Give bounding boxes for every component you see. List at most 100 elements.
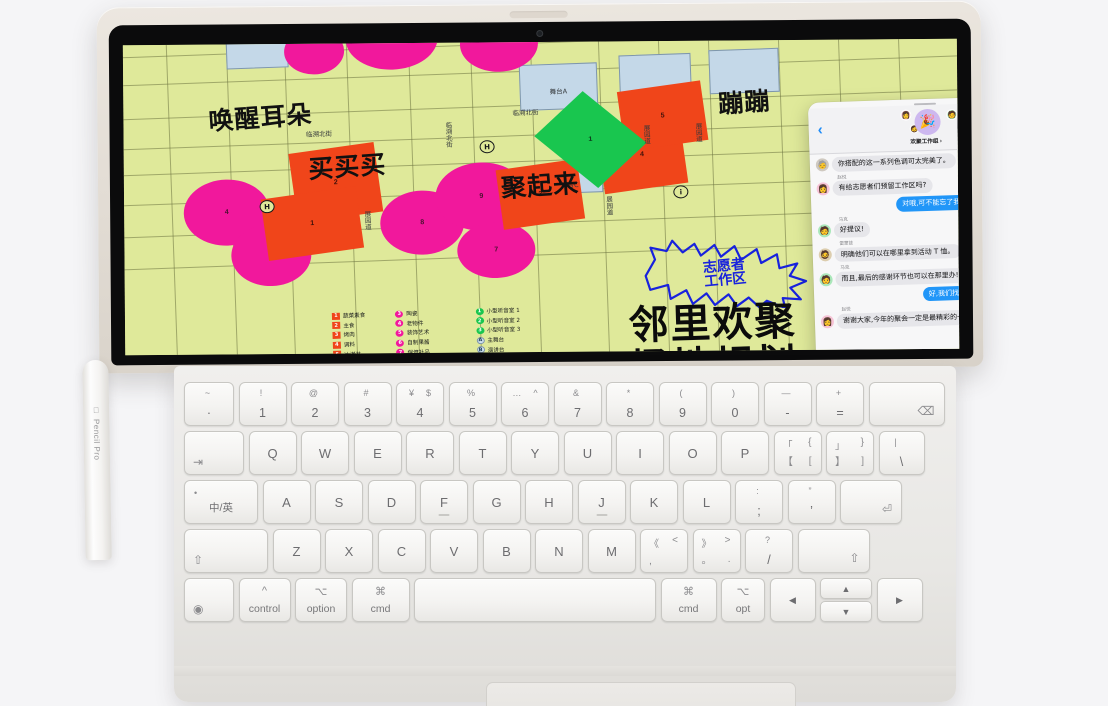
key-delete[interactable]: ⌫ [868, 382, 945, 426]
key-period[interactable]: 》 >。. [692, 529, 741, 573]
key-equals[interactable]: + = [816, 382, 864, 426]
key-space[interactable] [414, 578, 656, 622]
key-return[interactable]: ⏎ [840, 480, 902, 524]
message-bubble[interactable]: 你搭配的这一系列色调可太完美了。 [831, 153, 957, 172]
key-4[interactable]: ¥ $4 [396, 382, 444, 426]
key-quote[interactable]: ”’ [787, 480, 836, 524]
key-T[interactable]: T [458, 431, 507, 475]
key-caps-lock[interactable]: • 中/英 [184, 480, 258, 524]
key-W[interactable]: W [301, 431, 349, 475]
key-A[interactable]: A [262, 480, 311, 524]
messages-app-window[interactable]: ‹ 👩 🧑 🧔 🎉 欢聚工作组 › 🧓 你搭配的这一系列色调可太完美了。 👩 赵悦 [807, 95, 960, 356]
key-option-right[interactable]: ⌥ opt [721, 578, 765, 622]
message-bubble[interactable]: 好,我们找个位置把工作区加进来。 [922, 282, 960, 302]
key-tab[interactable]: ⇥ [184, 431, 244, 475]
key-bracket-right[interactable]: 」}】] [826, 431, 874, 475]
ipad-screen[interactable]: 46897213451 舞台A舞台C临溯北街临溯北街临溯北街展园道展园道展园道展… [122, 38, 960, 356]
key-9[interactable]: (9 [658, 382, 707, 426]
key-8[interactable]: * 8 [606, 382, 654, 426]
key-0[interactable]: ) 0 [711, 382, 759, 426]
sender-avatar[interactable]: 🧑 [819, 272, 833, 287]
key-X[interactable]: X [325, 529, 373, 573]
key-arrow-up[interactable]: ▲ [820, 578, 872, 599]
sender-avatar[interactable]: 👩 [820, 314, 835, 328]
key-command-left[interactable]: ⌘ cmd [351, 578, 410, 622]
key-tilde[interactable]: ~ · [184, 382, 234, 426]
key-1[interactable]: ! 1 [238, 382, 287, 426]
key-backslash[interactable]: | \ [878, 431, 925, 475]
legend-item: B 演讲台 [476, 344, 522, 354]
key-arrow-right[interactable]: ▶ [876, 578, 923, 622]
key-J[interactable]: J [577, 480, 626, 524]
key-P[interactable]: P [721, 431, 769, 475]
legend-badge: 3 [395, 310, 404, 318]
key-shift-right[interactable]: ⇧ [797, 529, 870, 573]
legend-badge: A [476, 336, 485, 344]
legend-item: A 主舞台 [476, 335, 521, 345]
key-slash[interactable]: ? / [745, 529, 793, 573]
key-5[interactable]: % 5 [448, 382, 497, 426]
key-C[interactable]: C [377, 529, 426, 573]
key-arrow-left[interactable]: ◀ [769, 578, 816, 622]
message-row: 🧑 马克 好提议! [817, 210, 960, 239]
key-O[interactable]: O [668, 431, 717, 475]
key-S[interactable]: S [315, 480, 363, 524]
key-L[interactable]: L [682, 480, 731, 524]
plan-cell-label: 展园道 [362, 210, 372, 231]
message-bubble[interactable]: 而且,最后的感谢环节也可以在那里办! [835, 267, 960, 287]
key-M[interactable]: M [587, 529, 636, 573]
imessage-input[interactable]: iMessage 信息 🎙 [842, 353, 960, 356]
key-H[interactable]: H [525, 480, 573, 524]
key-bracket-left[interactable]: 「{【[ [773, 431, 822, 475]
sender-avatar[interactable]: 👩 [816, 182, 830, 196]
key-G[interactable]: G [472, 480, 521, 524]
key-2[interactable]: @2 [291, 382, 339, 426]
legend-label: 小型听音室 2 [486, 317, 521, 325]
key-E[interactable]: E [353, 431, 402, 475]
key-I[interactable]: I [616, 431, 664, 475]
message-bubble[interactable]: 有给志愿者们预留工作区吗? [832, 178, 933, 197]
key-K[interactable]: K [630, 480, 678, 524]
legend-label: 儿童舞台 [488, 354, 511, 355]
key-Z[interactable]: Z [272, 529, 321, 573]
key-N[interactable]: N [535, 529, 583, 573]
group-emoji-avatar: 🎉 [914, 108, 941, 136]
sender-avatar[interactable]: 🧔 [818, 248, 832, 262]
message-bubble[interactable]: 好提议! [833, 222, 871, 239]
key-rows: ~ ·! 1 @2 #3 ¥ $4% 5… ^ 6 & 7 * 8(9) 0— - + = ⌫ ⇥ Q W E R T Y U I O P… [184, 382, 946, 627]
key-command-right[interactable]: ⌘ cmd [660, 578, 717, 622]
key-B[interactable]: B [482, 529, 531, 573]
key-shift-left[interactable]: ⇧ [184, 529, 268, 573]
key-U[interactable]: U [563, 431, 612, 475]
sender-avatar[interactable]: 🧑 [817, 224, 832, 238]
key-F[interactable]: F [420, 480, 468, 524]
message-thread[interactable]: 🧓 你搭配的这一系列色调可太完美了。 👩 赵悦 有给志愿者们预留工作区吗? 对哦,可不能忘… [810, 147, 960, 355]
key-comma[interactable]: 《 <, [640, 529, 688, 573]
screenshot-root: 46897213451 舞台A舞台C临溯北街临溯北街临溯北街展园道展园道展园道展… [0, 0, 1108, 706]
key-6[interactable]: … ^ 6 [501, 382, 549, 426]
key-3[interactable]: #3 [343, 382, 392, 426]
group-name-label[interactable]: 欢聚工作组 › [910, 136, 942, 145]
key-V[interactable]: V [430, 529, 478, 573]
plan-cell-label: 展园道 [641, 124, 651, 145]
key-semicolon[interactable]: :; [735, 480, 783, 524]
back-chevron-icon[interactable]: ‹ [817, 121, 823, 138]
sender-avatar[interactable]: 🧓 [815, 157, 830, 172]
key-7[interactable]: & 7 [553, 382, 602, 426]
key-D[interactable]: D [367, 480, 416, 524]
magic-keyboard[interactable]: ~ ·! 1 @2 #3 ¥ $4% 5… ^ 6 & 7 * 8(9) 0— - + = ⌫ ⇥ Q W E R T Y U I O P… [76, 366, 1036, 706]
key-globe[interactable]: ◉ [184, 578, 234, 622]
key-Q[interactable]: Q [248, 431, 297, 475]
key-arrow-down[interactable]: ▼ [820, 601, 872, 622]
message-bubble[interactable]: 对哦,可不能忘了我们人美心善的志愿者们! [895, 192, 960, 212]
legend-label: 主舞台 [487, 337, 505, 345]
conversation-title[interactable]: 👩 🧑 🧔 🎉 欢聚工作组 › [816, 103, 959, 149]
legend-label: 自制果酱 [407, 339, 430, 347]
trackpad[interactable] [486, 682, 796, 706]
key-control[interactable]: ^ control [238, 578, 291, 622]
key-R[interactable]: R [406, 431, 454, 475]
key-minus[interactable]: — - [763, 382, 812, 426]
key-option-left[interactable]: ⌥ option [295, 578, 347, 622]
key-Y[interactable]: Y [511, 431, 559, 475]
legend-item: 3 烤肉 [332, 330, 366, 340]
